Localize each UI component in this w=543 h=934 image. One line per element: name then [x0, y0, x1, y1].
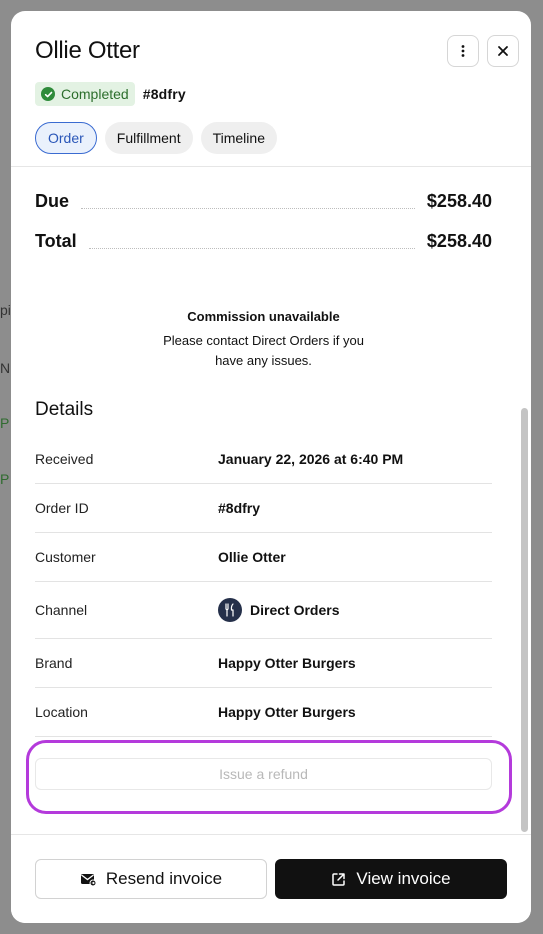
- tab-order[interactable]: Order: [35, 122, 97, 154]
- order-drawer: Ollie Otter Completed #8dfry Order Fulfi…: [11, 11, 531, 923]
- detail-row-order-id: Order ID #8dfry: [35, 484, 492, 533]
- total-value: $258.40: [426, 231, 492, 251]
- dotted-leader: [81, 208, 415, 209]
- details-heading: Details: [35, 399, 94, 420]
- detail-key: Location: [35, 704, 88, 720]
- resend-invoice-label: Resend invoice: [105, 869, 223, 888]
- status-badge: Completed: [35, 82, 135, 106]
- utensils-icon: [218, 598, 242, 622]
- detail-key: Order ID: [35, 500, 89, 516]
- detail-key: Brand: [35, 655, 73, 671]
- tab-fulfillment[interactable]: Fulfillment: [104, 122, 193, 154]
- detail-value: January 22, 2026 at 6:40 PM: [218, 451, 404, 467]
- channel-name: Direct Orders: [250, 602, 340, 618]
- detail-row-brand: Brand Happy Otter Burgers: [35, 639, 492, 688]
- close-icon: [498, 46, 508, 56]
- detail-row-received: Received January 22, 2026 at 6:40 PM: [35, 435, 492, 484]
- due-row: Due $258.40: [35, 186, 492, 212]
- drawer-footer: Resend invoice View invoice: [11, 834, 531, 923]
- detail-row-customer: Customer Ollie Otter: [35, 533, 492, 582]
- detail-value: Ollie Otter: [218, 549, 286, 565]
- background-fragment: P: [0, 415, 10, 431]
- notice-title: Commission unavailable: [187, 309, 340, 324]
- drawer-header: Ollie Otter Completed #8dfry Order Fulfi…: [11, 11, 531, 167]
- notice-line: Please contact Direct Orders if you: [163, 333, 364, 348]
- detail-key: Received: [35, 451, 94, 467]
- notice-line: have any issues.: [215, 353, 312, 368]
- total-label: Total: [35, 231, 77, 251]
- order-reference: #8dfry: [142, 86, 186, 102]
- detail-value: #8dfry: [218, 500, 261, 516]
- tab-bar: Order Fulfillment Timeline: [35, 122, 277, 154]
- more-options-button[interactable]: [447, 35, 479, 67]
- status-label: Completed: [61, 86, 129, 102]
- detail-row-location: Location Happy Otter Burgers: [35, 688, 492, 737]
- page-title: Ollie Otter: [35, 37, 140, 64]
- tab-timeline[interactable]: Timeline: [200, 122, 277, 154]
- view-invoice-label: View invoice: [356, 869, 451, 888]
- detail-key: Customer: [35, 549, 96, 565]
- background-fragment: N: [0, 360, 11, 376]
- close-button[interactable]: [487, 35, 519, 67]
- detail-value: Happy Otter Burgers: [218, 655, 356, 671]
- status-row: Completed #8dfry: [35, 82, 186, 106]
- detail-value: Happy Otter Burgers: [218, 704, 356, 720]
- issue-refund-button[interactable]: Issue a refund: [35, 758, 492, 790]
- total-row: Total $258.40: [35, 226, 492, 252]
- detail-value-channel: Direct Orders: [218, 598, 339, 622]
- commission-notice: Commission unavailable Please contact Di…: [71, 307, 456, 371]
- due-label: Due: [35, 191, 70, 211]
- check-circle-icon: [41, 87, 55, 101]
- external-link-icon: [332, 872, 346, 886]
- view-invoice-button[interactable]: View invoice: [275, 859, 507, 899]
- mail-send-icon: [80, 874, 96, 887]
- dotted-leader: [88, 248, 415, 249]
- detail-key: Channel: [35, 602, 88, 618]
- due-value: $258.40: [426, 191, 492, 211]
- scrollbar-thumb[interactable]: [521, 408, 528, 832]
- resend-invoice-button[interactable]: Resend invoice: [35, 859, 267, 899]
- more-vertical-icon: [461, 45, 465, 57]
- detail-row-channel: Channel Direct Orders: [35, 582, 492, 639]
- background-fragment: P: [0, 471, 10, 487]
